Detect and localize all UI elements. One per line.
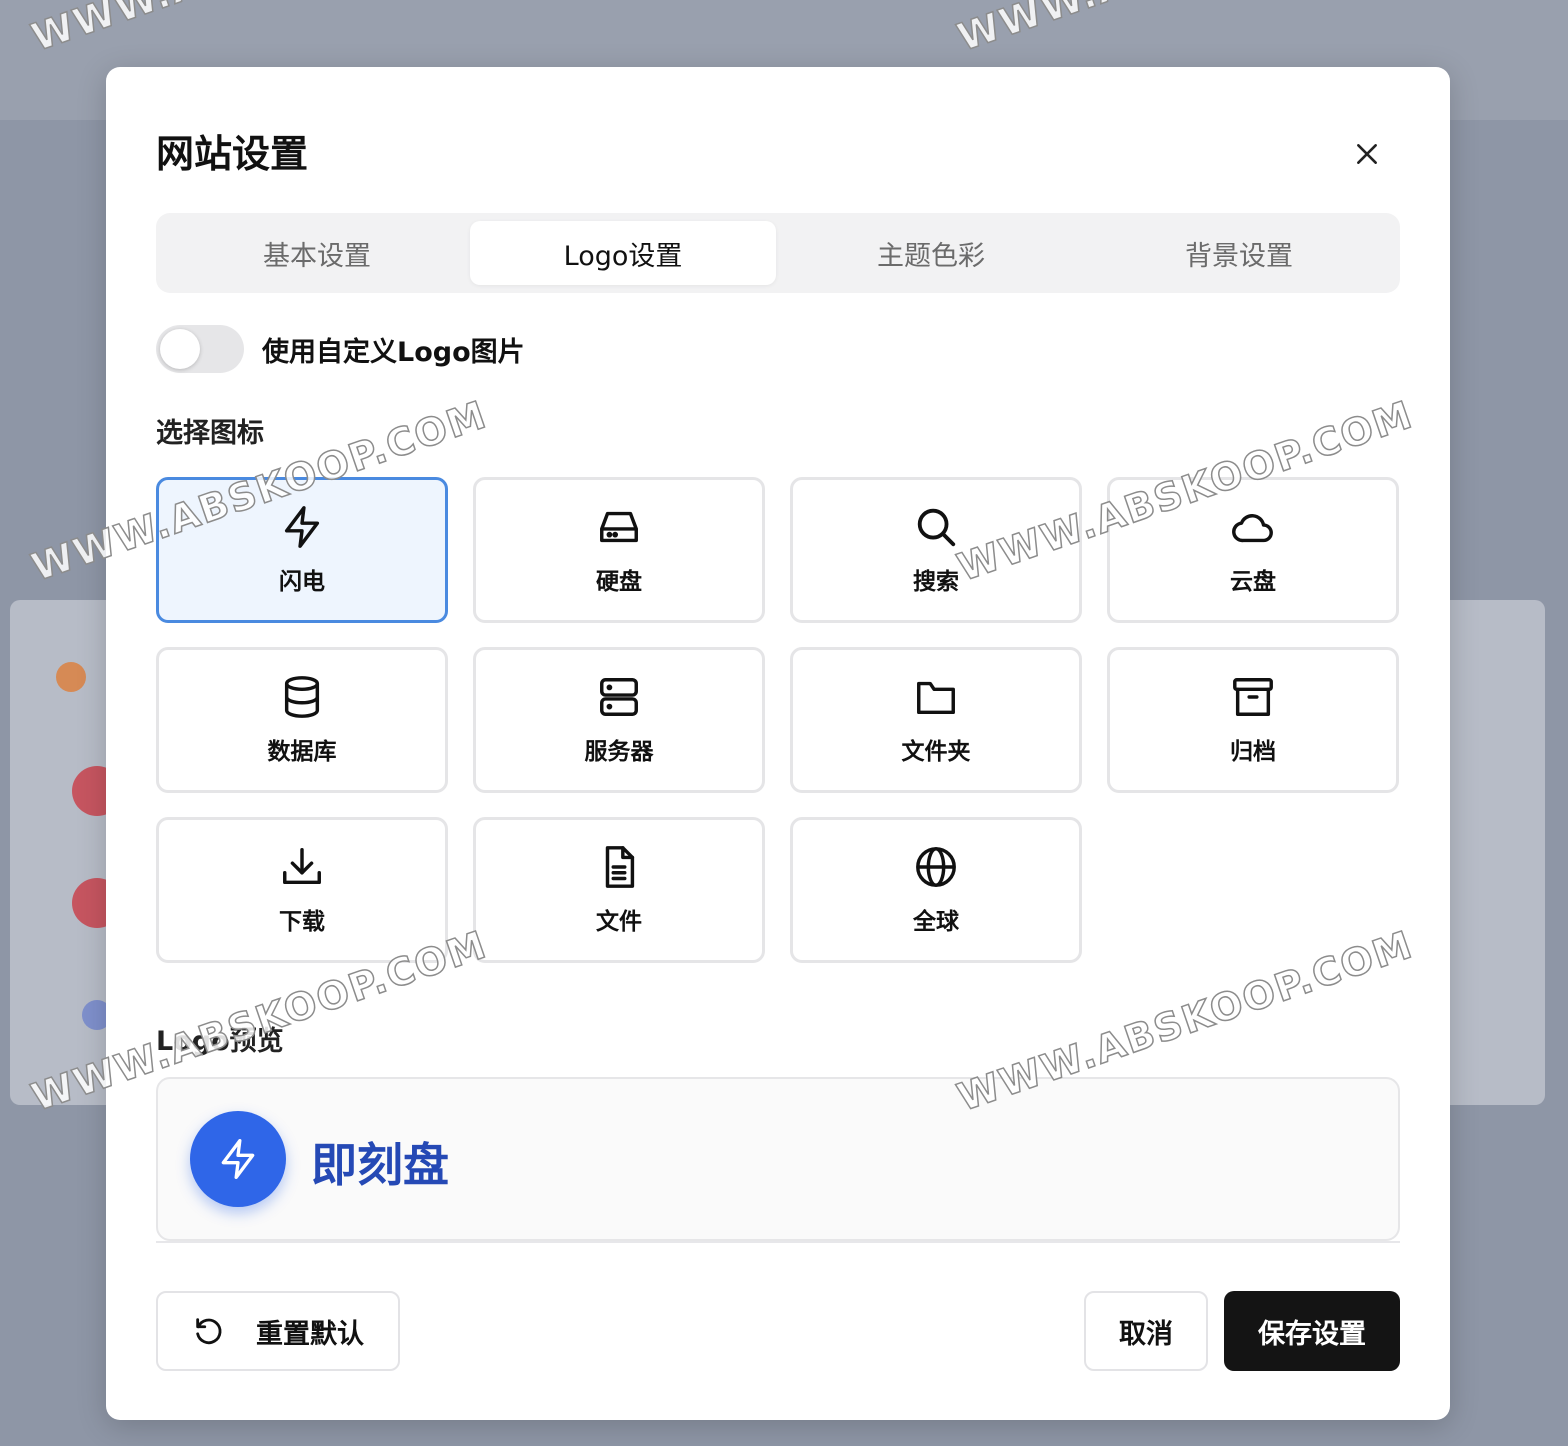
server-icon [600,678,638,716]
icon-option-label: 闪电 [279,569,325,595]
icon-option-file[interactable]: 文件 [473,817,765,963]
settings-tabs: 基本设置 Logo设置 主题色彩 背景设置 [156,213,1400,293]
tab-theme-colors[interactable]: 主题色彩 [778,221,1084,285]
reset-button-label: 重置默认 [256,1318,364,1350]
tab-logo-settings[interactable]: Logo设置 [470,221,776,285]
icon-option-database[interactable]: 数据库 [156,647,448,793]
footer-divider [156,1241,1400,1243]
globe-icon [916,847,956,887]
search-icon [917,508,956,547]
icon-option-lightning[interactable]: 闪电 [156,477,448,623]
icon-option-download[interactable]: 下载 [156,817,448,963]
preview-logo-badge [190,1111,286,1207]
icon-option-folder[interactable]: 文件夹 [790,647,1082,793]
icon-option-label: 服务器 [584,739,654,765]
custom-logo-toggle[interactable] [156,325,244,373]
hard-drive-icon [600,511,638,543]
icon-option-search[interactable]: 搜索 [790,477,1082,623]
tab-basic-settings[interactable]: 基本设置 [164,221,470,285]
lightning-icon [284,506,320,548]
reset-icon [196,1318,222,1345]
logo-preview: 即刻盘 [156,1077,1400,1241]
icon-option-archive[interactable]: 归档 [1107,647,1399,793]
download-icon [283,848,321,885]
icon-option-label: 全球 [913,909,959,935]
custom-logo-row: 使用自定义Logo图片 [156,324,525,374]
icon-option-label: 数据库 [267,739,337,765]
icon-option-label: 搜索 [913,569,959,595]
reset-default-button[interactable]: 重置默认 [156,1291,400,1371]
preview-section-label: Logo预览 [156,1026,284,1057]
icon-option-label: 文件夹 [901,739,971,765]
folder-icon [917,681,955,715]
icon-option-label: 硬盘 [596,569,642,595]
toggle-knob [160,329,200,369]
close-button[interactable] [1342,129,1392,179]
lightning-icon [221,1139,255,1179]
tab-background-settings[interactable]: 背景设置 [1086,221,1392,285]
cancel-button[interactable]: 取消 [1084,1291,1208,1371]
close-icon [1357,144,1377,164]
icon-option-label: 云盘 [1230,569,1276,595]
backdrop-dot [56,662,86,692]
icon-grid: 闪电 硬盘 搜索 云盘 数据库 服务器 文件夹 归档 下载 文件 全球 [156,477,1400,963]
cloud-icon [1232,514,1273,543]
preview-site-name: 即刻盘 [311,1138,449,1192]
save-settings-button[interactable]: 保存设置 [1224,1291,1400,1371]
icon-section-label: 选择图标 [156,418,264,449]
archive-icon [1233,678,1273,716]
custom-logo-label: 使用自定义Logo图片 [262,336,525,368]
site-settings-dialog: 网站设置 基本设置 Logo设置 主题色彩 背景设置 使用自定义Logo图片 选… [106,67,1450,1420]
icon-option-label: 归档 [1230,739,1276,765]
icon-option-cloud[interactable]: 云盘 [1107,477,1399,623]
file-icon [605,846,635,888]
icon-option-hard-drive[interactable]: 硬盘 [473,477,765,623]
icon-option-globe[interactable]: 全球 [790,817,1082,963]
icon-option-label: 文件 [596,909,642,935]
icon-option-label: 下载 [279,909,325,935]
database-icon [284,676,320,718]
dialog-title: 网站设置 [156,132,309,176]
icon-option-server[interactable]: 服务器 [473,647,765,793]
